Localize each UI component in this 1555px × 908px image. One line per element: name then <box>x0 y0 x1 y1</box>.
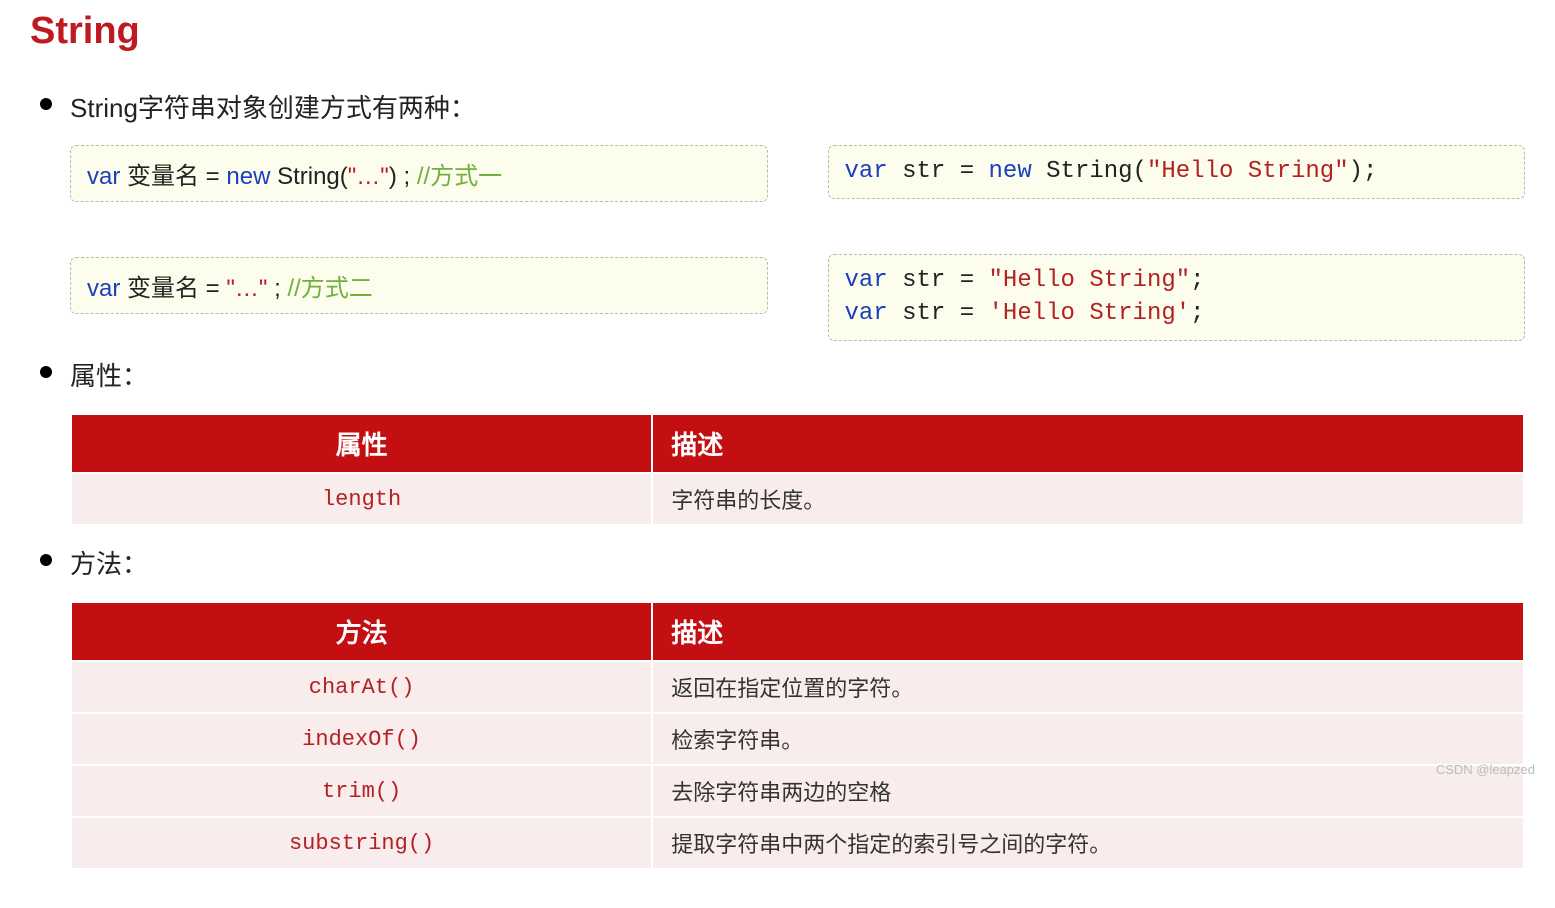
props-row: 属性： <box>40 356 1525 393</box>
code-token: new <box>989 158 1047 185</box>
code-token: ) ; <box>389 163 417 190</box>
left-col: var 变量名 = new String("…") ; //方式一 var 变量… <box>70 145 768 341</box>
code-content: var 变量名 = new String("…") ; //方式一 <box>87 163 502 190</box>
code-content: var 变量名 = "…" ; //方式二 <box>87 275 373 302</box>
methods-table: 方法 描述 charAt()返回在指定位置的字符。indexOf()检索字符串。… <box>70 601 1525 870</box>
bullet-icon <box>40 366 52 378</box>
code-token: var <box>845 158 903 185</box>
methods-label: 方法： <box>70 544 148 581</box>
props-label: 属性： <box>70 356 148 393</box>
code-token: //方式二 <box>287 275 372 302</box>
code-token: String( <box>1046 158 1147 185</box>
code-token: "…" <box>348 163 389 190</box>
table-header-row: 属性 描述 <box>71 414 1524 473</box>
table-cell-name: trim() <box>71 765 652 817</box>
methods-header-desc: 描述 <box>652 602 1524 661</box>
code-token: "…" <box>226 275 267 302</box>
page-title: String <box>30 10 1525 53</box>
code-token: ; <box>1190 300 1204 327</box>
code-token: str = <box>902 267 988 294</box>
code-token: var <box>845 300 903 327</box>
watermark: CSDN @leapzed <box>1436 762 1535 777</box>
code-token: var <box>87 275 127 302</box>
table-cell-name: indexOf() <box>71 713 652 765</box>
table-cell-desc: 返回在指定位置的字符。 <box>652 661 1524 713</box>
code-content: var str = "Hello String"; var str = 'Hel… <box>845 265 1509 330</box>
table-row: length字符串的长度。 <box>71 473 1524 525</box>
table-header-row: 方法 描述 <box>71 602 1524 661</box>
methods-header-name: 方法 <box>71 602 652 661</box>
code-box-right-1: var str = new String("Hello String"); <box>828 145 1526 199</box>
code-content: var str = new String("Hello String"); <box>845 156 1509 188</box>
code-token: 变量名 = <box>127 275 226 302</box>
code-columns: var 变量名 = new String("…") ; //方式一 var 变量… <box>70 145 1525 341</box>
bullet-icon <box>40 98 52 110</box>
methods-row: 方法： <box>40 544 1525 581</box>
code-token: 变量名 = <box>127 163 226 190</box>
code-token: String( <box>277 163 348 190</box>
right-col: var str = new String("Hello String"); va… <box>828 145 1526 341</box>
code-token: "Hello String" <box>989 267 1191 294</box>
code-token: new <box>226 163 277 190</box>
intro-text: String字符串对象创建方式有两种： <box>70 88 476 125</box>
table-row: indexOf()检索字符串。 <box>71 713 1524 765</box>
table-cell-desc: 检索字符串。 <box>652 713 1524 765</box>
code-token: var <box>845 267 903 294</box>
code-token: //方式一 <box>417 163 502 190</box>
table-cell-name: charAt() <box>71 661 652 713</box>
table-cell-desc: 提取字符串中两个指定的索引号之间的字符。 <box>652 817 1524 869</box>
code-token: "Hello String" <box>1147 158 1349 185</box>
table-row: charAt()返回在指定位置的字符。 <box>71 661 1524 713</box>
table-cell-name: length <box>71 473 652 525</box>
code-token: ); <box>1349 158 1378 185</box>
props-header-name: 属性 <box>71 414 652 473</box>
props-table: 属性 描述 length字符串的长度。 <box>70 413 1525 526</box>
code-token: ; <box>1190 267 1204 294</box>
bullet-icon <box>40 554 52 566</box>
table-row: trim()去除字符串两边的空格 <box>71 765 1524 817</box>
code-box-left-1: var 变量名 = new String("…") ; //方式一 <box>70 145 768 202</box>
intro-row: String字符串对象创建方式有两种： <box>40 88 1525 125</box>
code-token: str = <box>902 300 988 327</box>
code-token: ; <box>267 275 287 302</box>
table-cell-name: substring() <box>71 817 652 869</box>
code-token: var <box>87 163 127 190</box>
code-box-right-2: var str = "Hello String"; var str = 'Hel… <box>828 254 1526 341</box>
table-cell-desc: 字符串的长度。 <box>652 473 1524 525</box>
table-row: substring()提取字符串中两个指定的索引号之间的字符。 <box>71 817 1524 869</box>
code-token: 'Hello String' <box>989 300 1191 327</box>
code-box-left-2: var 变量名 = "…" ; //方式二 <box>70 257 768 314</box>
props-header-desc: 描述 <box>652 414 1524 473</box>
table-cell-desc: 去除字符串两边的空格 <box>652 765 1524 817</box>
code-token: str = <box>902 158 988 185</box>
